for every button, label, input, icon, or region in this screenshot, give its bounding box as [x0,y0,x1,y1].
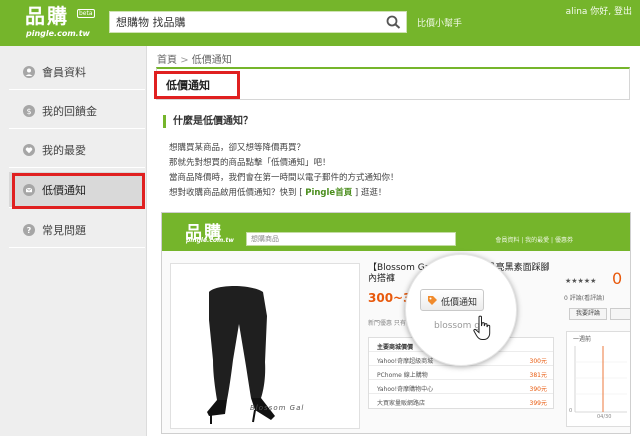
sidebar: 會員資料 $ 我的回饋金 我的最愛 低價通知 ? 常見問題 [0,46,147,436]
preview-header-links: 會員資料 | 我的最愛 | 優惠券 [495,237,573,244]
store-price: 399元 [529,400,547,407]
magnifier-callout: 低價通知 blossom g [405,254,517,366]
svg-text:?: ? [27,226,32,235]
sidebar-item-label: 會員資料 [42,66,86,79]
description-text: ] 逛逛！ [352,188,387,198]
preview-logo-domain: pingle.com.tw [186,237,234,244]
chart-date-label: 04/30 [597,414,612,420]
table-row: 大買家量販網路店 399元 [369,394,553,408]
pingle-home-link[interactable]: Pingle首頁 [305,188,352,198]
store-price: 390元 [529,386,547,393]
svg-text:$: $ [26,107,31,116]
coin-icon: $ [23,105,35,117]
price-alert-button-label: 低價通知 [441,298,478,308]
description-line: 那就先對想買的商品點擊「低價通知」吧！ [169,158,331,168]
sidebar-item-label: 我的回饋金 [42,105,97,118]
store-name: Yahoo!奇摩購物中心 [377,386,434,393]
preview-header: 品購 pingle.com.tw 想購商品 會員資料 | 我的最愛 | 優惠券 [162,213,630,251]
breadcrumb-current: 低價通知 [191,55,232,66]
hand-cursor-icon [472,315,494,341]
highlight-box-nav [12,173,145,209]
table-row: Yahoo!奇摩購物中心 390元 [369,380,553,394]
rating-value: 0 [612,269,623,288]
product-image: Blossom Gal [170,263,360,429]
breadcrumb-separator: > [180,55,189,66]
preview-search-box: 想購商品 [246,232,456,246]
heart-icon [23,144,35,156]
rating-count: 0 評論(看評論) [564,295,605,302]
question-icon: ? [23,224,35,236]
store-price: 381元 [529,372,547,379]
breadcrumb-home[interactable]: 首頁 [157,55,177,66]
description-line: 想購買某商品，卻又想等降價再買？ [169,143,306,153]
person-icon [23,66,35,78]
price-helper-link[interactable]: 比價小幫手 [417,16,462,29]
sidebar-item-rewards[interactable]: $ 我的回饋金 [9,93,145,129]
table-row: PChome 線上購物 381元 [369,366,553,380]
store-name: Yahoo!奇摩超級商城 [377,358,434,365]
rating-stars: ★★★★★ [565,277,597,285]
feature-preview-image: 品購 pingle.com.tw 想購商品 會員資料 | 我的最愛 | 優惠券 … [161,212,631,434]
sidebar-item-faq[interactable]: ? 常見問題 [9,212,145,248]
breadcrumb: 首頁 > 低價通知 [157,51,232,66]
search-icon[interactable] [385,14,403,30]
table-header: 主要商城價價 [377,344,414,351]
sidebar-item-member-info[interactable]: 會員資料 [9,54,145,90]
preview-review-button: 我要評論 [569,308,607,320]
chart-axis-label: 0 [569,408,573,414]
price-history-chart: 一週前 0 04/30 [566,331,630,427]
search-input[interactable] [110,12,378,32]
logo-domain: pingle.com.tw [26,29,90,38]
description-line: 當商品降價時，我們會在第一時間以電子郵件的方式通知你！ [169,173,399,183]
description-text: 想對收購商品啟用低價通知？快到 [ [169,188,306,198]
highlight-box-title [154,71,240,99]
sidebar-item-favorites[interactable]: 我的最愛 [9,132,145,168]
sidebar-item-label: 常見問題 [42,224,86,237]
sidebar-item-label: 我的最愛 [42,144,86,157]
logo-text: 品購 [25,4,69,28]
product-image-caption: Blossom Gal [250,404,305,412]
logo-badge: beta [77,9,95,18]
price-alert-button: 低價通知 [420,289,484,311]
pingle-logo[interactable]: 品購 beta pingle.com.tw [25,4,95,42]
price-tag-icon [427,295,438,306]
top-header: 品購 beta pingle.com.tw 比價小幫手 alina 你好, 登出 [0,0,640,46]
preview-secondary-button [610,308,630,320]
description-line: 想對收購商品啟用低價通知？快到 [ Pingle首頁 ] 逛逛！ [169,186,386,198]
store-name: PChome 線上購物 [377,372,428,379]
store-name: 大買家量販網路店 [377,400,426,407]
user-greeting[interactable]: alina 你好, 登出 [566,4,632,17]
store-price: 300元 [529,358,547,365]
preview-search-placeholder: 想購商品 [251,235,279,243]
search-box [109,11,407,33]
section-heading: 什麼是低價通知？ [163,115,253,128]
